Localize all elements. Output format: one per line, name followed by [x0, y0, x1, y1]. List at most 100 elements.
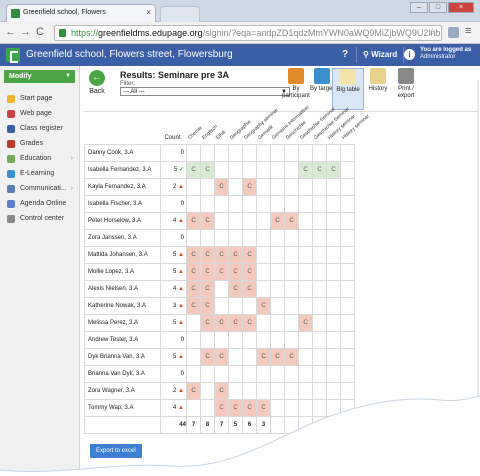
- seminar-cell[interactable]: [270, 160, 285, 179]
- seminar-cell[interactable]: [312, 347, 327, 366]
- seminar-cell[interactable]: [326, 262, 341, 281]
- seminar-cell[interactable]: [186, 143, 201, 162]
- sidebar-item[interactable]: E-Learning: [0, 166, 79, 181]
- seminar-cell[interactable]: [214, 330, 229, 349]
- seminar-cell[interactable]: [186, 330, 201, 349]
- seminar-cell[interactable]: [214, 364, 229, 383]
- table-row[interactable]: Melissa Perez, 3.A 5 ▲ C C C C C: [84, 313, 355, 332]
- seminar-cell[interactable]: C: [242, 398, 257, 417]
- seminar-cell[interactable]: [186, 228, 201, 247]
- seminar-cell[interactable]: [312, 194, 327, 213]
- seminar-cell[interactable]: [270, 143, 285, 162]
- seminar-cell[interactable]: C: [298, 160, 313, 179]
- back-button[interactable]: ← Back: [84, 70, 110, 95]
- seminar-cell[interactable]: [312, 296, 327, 315]
- seminar-cell[interactable]: C: [186, 381, 201, 400]
- seminar-cell[interactable]: [214, 160, 229, 179]
- seminar-cell[interactable]: [228, 296, 243, 315]
- seminar-cell[interactable]: [298, 177, 313, 196]
- seminar-cell[interactable]: C: [214, 177, 229, 196]
- seminar-cell[interactable]: C: [214, 245, 229, 264]
- info-icon[interactable]: i: [404, 49, 415, 60]
- seminar-cell[interactable]: [284, 160, 299, 179]
- seminar-cell[interactable]: C: [228, 313, 243, 332]
- table-row[interactable]: Kayla Fernandez, 3.A 2 ▲ C C: [84, 177, 355, 196]
- seminar-cell[interactable]: [256, 364, 271, 383]
- seminar-cell[interactable]: [228, 194, 243, 213]
- seminar-cell[interactable]: C: [186, 279, 201, 298]
- big-table-button[interactable]: Big table: [332, 68, 364, 110]
- seminar-cell[interactable]: [298, 143, 313, 162]
- extension-icon[interactable]: [448, 27, 459, 38]
- seminar-cell[interactable]: [284, 364, 299, 383]
- seminar-cell[interactable]: [326, 313, 341, 332]
- seminar-cell[interactable]: [312, 279, 327, 298]
- seminar-cell[interactable]: [228, 160, 243, 179]
- seminar-cell[interactable]: [214, 143, 229, 162]
- modify-button[interactable]: Modify ▼: [4, 70, 75, 83]
- seminar-cell[interactable]: [270, 398, 285, 417]
- seminar-cell[interactable]: C: [200, 262, 215, 281]
- seminar-cell[interactable]: [200, 398, 215, 417]
- table-row[interactable]: Zora Janssen, 3.A 0: [84, 228, 355, 247]
- sidebar-item[interactable]: Start page: [0, 91, 79, 106]
- seminar-cell[interactable]: C: [186, 262, 201, 281]
- minimize-button[interactable]: –: [410, 2, 428, 13]
- table-row[interactable]: Zora Wagner, 3.A 2 ▲ C C: [84, 381, 355, 400]
- seminar-cell[interactable]: [186, 177, 201, 196]
- seminar-cell[interactable]: [270, 177, 285, 196]
- seminar-cell[interactable]: [270, 313, 285, 332]
- seminar-cell[interactable]: C: [214, 398, 229, 417]
- seminar-cell[interactable]: C: [214, 313, 229, 332]
- seminar-cell[interactable]: C: [228, 245, 243, 264]
- sidebar-item[interactable]: Control center: [0, 211, 79, 226]
- seminar-cell[interactable]: [284, 228, 299, 247]
- seminar-cell[interactable]: [340, 177, 355, 196]
- seminar-cell[interactable]: [312, 313, 327, 332]
- seminar-cell[interactable]: [340, 194, 355, 213]
- seminar-cell[interactable]: [312, 143, 327, 162]
- table-row[interactable]: Isabella Fernandez, 3.A 5 ✓ C C C C C: [84, 160, 355, 179]
- seminar-cell[interactable]: [256, 330, 271, 349]
- seminar-cell[interactable]: C: [200, 160, 215, 179]
- table-row[interactable]: Alexis Nielsen, 3.A 4 ▲ C C C C: [84, 279, 355, 298]
- table-row[interactable]: Andrew Tester, 3.A 0: [84, 330, 355, 349]
- seminar-cell[interactable]: [340, 313, 355, 332]
- seminar-cell[interactable]: C: [270, 211, 285, 230]
- seminar-cell[interactable]: [214, 211, 229, 230]
- seminar-cell[interactable]: C: [242, 313, 257, 332]
- table-row[interactable]: Danny Cook, 3.A 0: [84, 143, 355, 162]
- seminar-cell[interactable]: [326, 364, 341, 383]
- seminar-cell[interactable]: [312, 364, 327, 383]
- edupage-logo[interactable]: [6, 48, 20, 63]
- seminar-cell[interactable]: [200, 143, 215, 162]
- seminar-cell[interactable]: [200, 194, 215, 213]
- seminar-cell[interactable]: [214, 296, 229, 315]
- seminar-cell[interactable]: [228, 381, 243, 400]
- wizard-button[interactable]: ⚲ Wizard: [356, 47, 405, 63]
- seminar-cell[interactable]: [242, 347, 257, 366]
- seminar-cell[interactable]: [298, 296, 313, 315]
- seminar-cell[interactable]: [340, 228, 355, 247]
- seminar-cell[interactable]: [242, 143, 257, 162]
- seminar-cell[interactable]: C: [284, 211, 299, 230]
- bookmark-star-icon[interactable]: ☆: [428, 27, 437, 38]
- seminar-cell[interactable]: [186, 347, 201, 366]
- seminar-cell[interactable]: C: [200, 211, 215, 230]
- seminar-cell[interactable]: [256, 160, 271, 179]
- seminar-cell[interactable]: [298, 194, 313, 213]
- seminar-cell[interactable]: [284, 143, 299, 162]
- seminar-cell[interactable]: [326, 330, 341, 349]
- maximize-button[interactable]: □: [429, 2, 447, 13]
- sidebar-item[interactable]: Agenda Online: [0, 196, 79, 211]
- seminar-cell[interactable]: [228, 228, 243, 247]
- seminar-cell[interactable]: [242, 296, 257, 315]
- seminar-cell[interactable]: [242, 364, 257, 383]
- seminar-cell[interactable]: C: [186, 296, 201, 315]
- seminar-cell[interactable]: [326, 245, 341, 264]
- seminar-cell[interactable]: C: [270, 347, 285, 366]
- seminar-cell[interactable]: C: [242, 245, 257, 264]
- seminar-cell[interactable]: [242, 330, 257, 349]
- seminar-cell[interactable]: [340, 262, 355, 281]
- seminar-cell[interactable]: [256, 143, 271, 162]
